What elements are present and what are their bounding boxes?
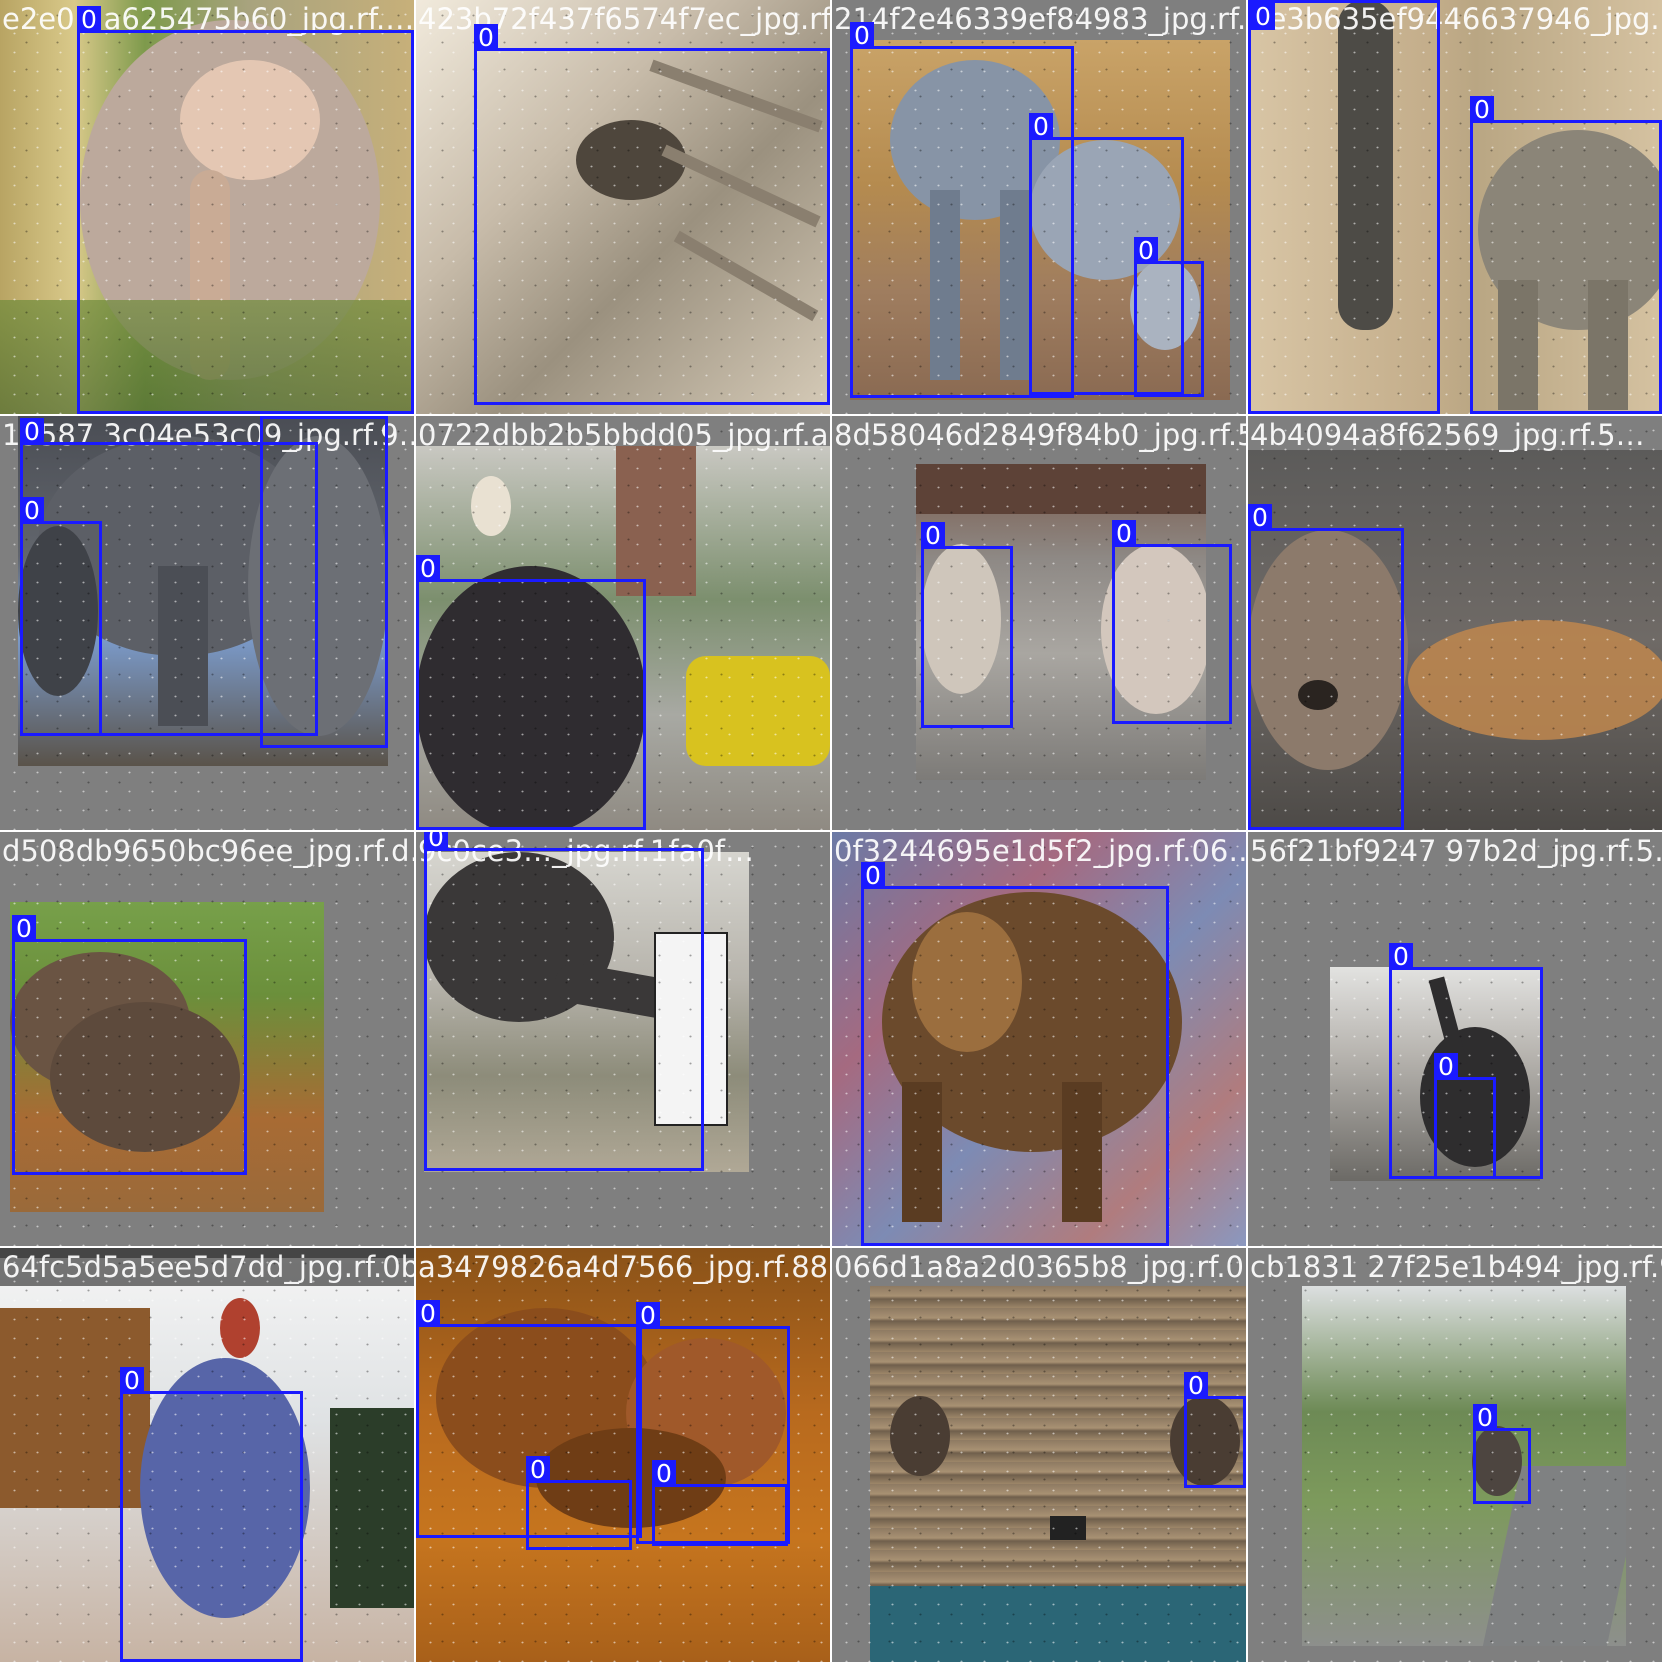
training-batch-mosaic: e2e0…a625475b60_jpg.rf.… 0 423b72f437f65… <box>0 0 1664 1664</box>
bounding-box: 0 <box>1184 1372 1246 1488</box>
image-filename: 066d1a8a2d0365b8_jpg.rf.0… <box>834 1250 1246 1284</box>
mosaic-tile: 15587 3c04e53c09_jpg.rf.9… 0 0 0 <box>0 416 414 830</box>
class-label: 0 <box>1184 1372 1208 1399</box>
class-label: 0 <box>77 6 101 33</box>
image-filename: 4b4094a8f62569_jpg.rf.5… <box>1250 418 1645 452</box>
bounding-box: 0 <box>1248 0 1440 414</box>
class-label: 0 <box>20 418 44 445</box>
mosaic-tile: 214f2e46339ef84983_jpg.rf.54… 0 0 0 <box>832 0 1246 414</box>
bounding-box: 0 <box>1134 237 1204 397</box>
bounding-box: 0 <box>1248 504 1404 830</box>
bounding-box: 0 <box>861 862 1169 1246</box>
class-label: 0 <box>424 832 448 851</box>
class-label: 0 <box>1248 504 1272 531</box>
class-label: 0 <box>474 24 498 51</box>
class-label: 0 <box>636 1302 660 1329</box>
class-label: 0 <box>652 1460 676 1487</box>
mosaic-tile: 423b72f437f6574f7ec_jpg.rf.d… 0 <box>416 0 830 414</box>
class-label: 0 <box>1134 237 1158 264</box>
class-label: 0 <box>1470 96 1494 123</box>
mosaic-tile: 0722dbb2b5bbdd05_jpg.rf.a8… 0 <box>416 416 830 830</box>
bounding-box: 0 <box>652 1460 788 1546</box>
image-filename: 0f3244695e1d5f2_jpg.rf.06… <box>834 834 1246 868</box>
class-label: 0 <box>1434 1053 1458 1080</box>
image-filename: 8d58046d2849f84b0_jpg.rf.56… <box>834 418 1246 452</box>
image-filename: d508db9650bc96ee_jpg.rf.d… <box>2 834 414 868</box>
class-label: 0 <box>1029 113 1053 140</box>
mosaic-tile: 56f21bf9247 97b2d_jpg.rf.5… 0 0 <box>1248 832 1662 1246</box>
image-filename: 214f2e46339ef84983_jpg.rf.54… <box>834 2 1246 36</box>
mosaic-tile: 066d1a8a2d0365b8_jpg.rf.0… 0 <box>832 1248 1246 1662</box>
class-label: 0 <box>861 862 885 889</box>
bounding-box: 0 <box>1470 96 1662 414</box>
bounding-box: 0 <box>12 915 247 1175</box>
class-label: 0 <box>1251 3 1275 30</box>
class-label: 0 <box>921 522 945 549</box>
mosaic-tile: 8d58046d2849f84b0_jpg.rf.56… 0 0 <box>832 416 1246 830</box>
bounding-box: 0 <box>1112 520 1232 724</box>
image-filename: cb1831 27f25e1b494_jpg.rf.9… <box>1250 1250 1662 1284</box>
bounding-box: 0 <box>20 497 102 736</box>
mosaic-tile: 4b4094a8f62569_jpg.rf.5… 0 <box>1248 416 1662 830</box>
class-label: 0 <box>526 1456 550 1483</box>
class-label: 0 <box>1112 520 1136 547</box>
image-filename: 56f21bf9247 97b2d_jpg.rf.5… <box>1250 834 1662 868</box>
image-filename: 0722dbb2b5bbdd05_jpg.rf.a8… <box>418 418 830 452</box>
bounding-box: 0 <box>416 555 646 830</box>
mosaic-tile: a3479826a4d7566_jpg.rf.88… 0 0 0 0 <box>416 1248 830 1662</box>
bounding-box: 0 <box>120 1367 303 1662</box>
bounding-box: 0 <box>526 1456 632 1550</box>
class-label: 0 <box>20 497 44 524</box>
class-label: 0 <box>1473 1404 1497 1431</box>
mosaic-tile: 64fc5d5a5ee5d7dd_jpg.rf.0b… 0 <box>0 1248 414 1662</box>
bounding-box: 0 <box>1434 1053 1496 1179</box>
bounding-box: 0 <box>1473 1404 1531 1504</box>
class-label: 0 <box>416 555 440 582</box>
bounding-box: 0 <box>921 522 1013 728</box>
image-filename: a3479826a4d7566_jpg.rf.88… <box>418 1250 830 1284</box>
bounding-box: 0 <box>77 6 414 414</box>
class-label: 0 <box>12 915 36 942</box>
mosaic-tile: e2e0…a625475b60_jpg.rf.… 0 <box>0 0 414 414</box>
class-label: 0 <box>260 416 284 419</box>
class-label: 0 <box>416 1300 440 1327</box>
image-filename: 64fc5d5a5ee5d7dd_jpg.rf.0b… <box>2 1250 414 1284</box>
mosaic-tile: 4e3b635ef9446637946_jpg.rf.b… 0 0 <box>1248 0 1662 414</box>
mosaic-tile: d508db9650bc96ee_jpg.rf.d… 0 <box>0 832 414 1246</box>
mosaic-tile: 0f3244695e1d5f2_jpg.rf.06… 0 <box>832 832 1246 1246</box>
mosaic-tile: cb1831 27f25e1b494_jpg.rf.9… 0 <box>1248 1248 1662 1662</box>
bounding-box: 0 <box>260 416 388 748</box>
mosaic-tile: 9c0ce3…_jpg.rf.1fa0f… 0 <box>416 832 830 1246</box>
class-label: 0 <box>120 1367 144 1394</box>
bounding-box: 0 <box>474 24 830 405</box>
class-label: 0 <box>850 22 874 49</box>
bounding-box: 0 <box>424 832 704 1171</box>
class-label: 0 <box>1389 943 1413 970</box>
